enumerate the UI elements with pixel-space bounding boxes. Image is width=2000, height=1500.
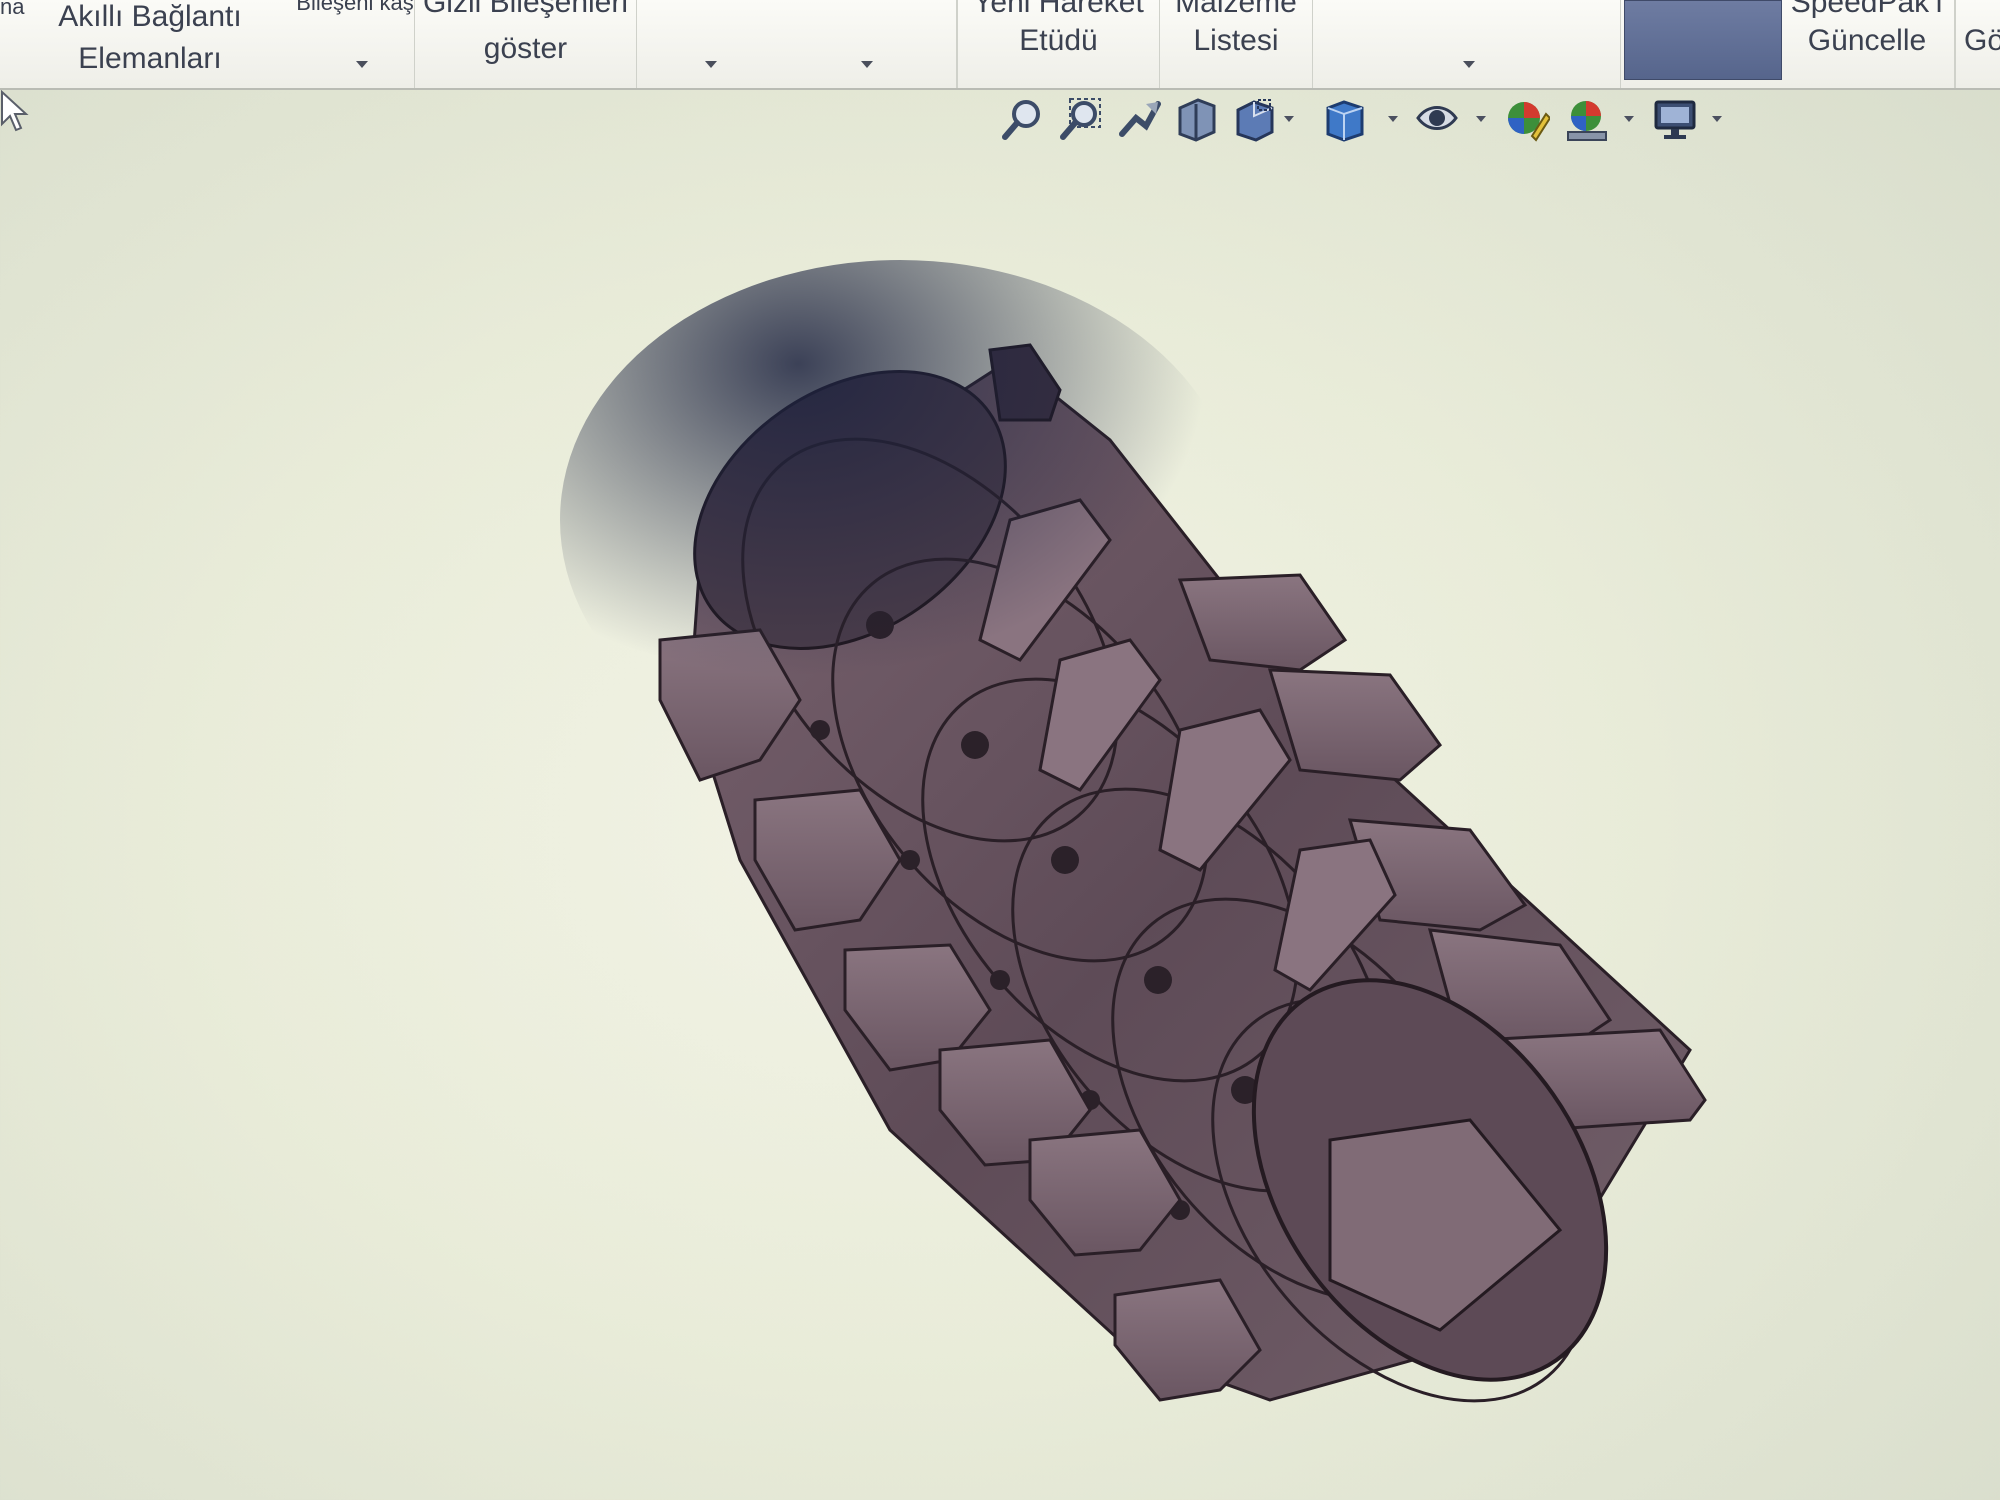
- mouse-cursor-icon: [1, 90, 29, 132]
- update-speedpak-label-2: Güncelle: [1807, 24, 1927, 57]
- ribbon-partial-left-label: na: [0, 0, 25, 19]
- ribbon-dropdown-group[interactable]: [637, 0, 957, 88]
- update-speedpak-button[interactable]: SpeedPak'ı Güncelle: [1780, 0, 1955, 88]
- ribbon-partial-left[interactable]: na: [0, 0, 40, 88]
- show-hidden-components-label-1: Gizli Bileşenleri: [422, 0, 629, 19]
- bill-of-materials-button[interactable]: Malzeme Listesi: [1160, 0, 1313, 88]
- smart-fasteners-button[interactable]: Akıllı Bağlantı Elemanları Bileşeni kaş: [40, 0, 415, 88]
- command-manager-ribbon: na Akıllı Bağlantı Elemanları Bileşeni k…: [0, 0, 2000, 90]
- new-motion-study-label-2: Etüdü: [1019, 24, 1098, 57]
- show-hidden-components-button[interactable]: Gizli Bileşenleri göster: [415, 0, 637, 88]
- chevron-down-icon[interactable]: [356, 61, 368, 68]
- shadow-overlay: [560, 260, 1240, 780]
- bill-of-materials-label-1: Malzeme: [1175, 0, 1297, 19]
- smart-fasteners-label-1: Akıllı Bağlantı: [58, 0, 242, 33]
- chevron-down-icon[interactable]: [705, 61, 717, 68]
- ribbon-dropdown-group-2[interactable]: [1313, 0, 1621, 88]
- ribbon-partial-right-label: Gö: [1964, 24, 2000, 57]
- chevron-down-icon[interactable]: [1463, 61, 1475, 68]
- update-speedpak-label-1: SpeedPak'ı: [1790, 0, 1944, 19]
- smart-fasteners-label-2: Elemanları: [78, 42, 222, 75]
- ribbon-partial-right[interactable]: Gö: [1955, 0, 2000, 88]
- new-motion-study-button[interactable]: Yeni Hareket Etüdü: [957, 0, 1160, 88]
- component-cut-label: Bileşeni kaş: [296, 0, 414, 15]
- graphics-area[interactable]: [0, 90, 2000, 1500]
- highlighted-command-button[interactable]: [1624, 0, 1782, 80]
- chevron-down-icon[interactable]: [861, 61, 873, 68]
- show-hidden-components-label-2: göster: [483, 32, 568, 65]
- assembly-model[interactable]: [0, 90, 2000, 1500]
- bill-of-materials-label-2: Listesi: [1193, 24, 1279, 57]
- new-motion-study-label-1: Yeni Hareket: [973, 0, 1144, 19]
